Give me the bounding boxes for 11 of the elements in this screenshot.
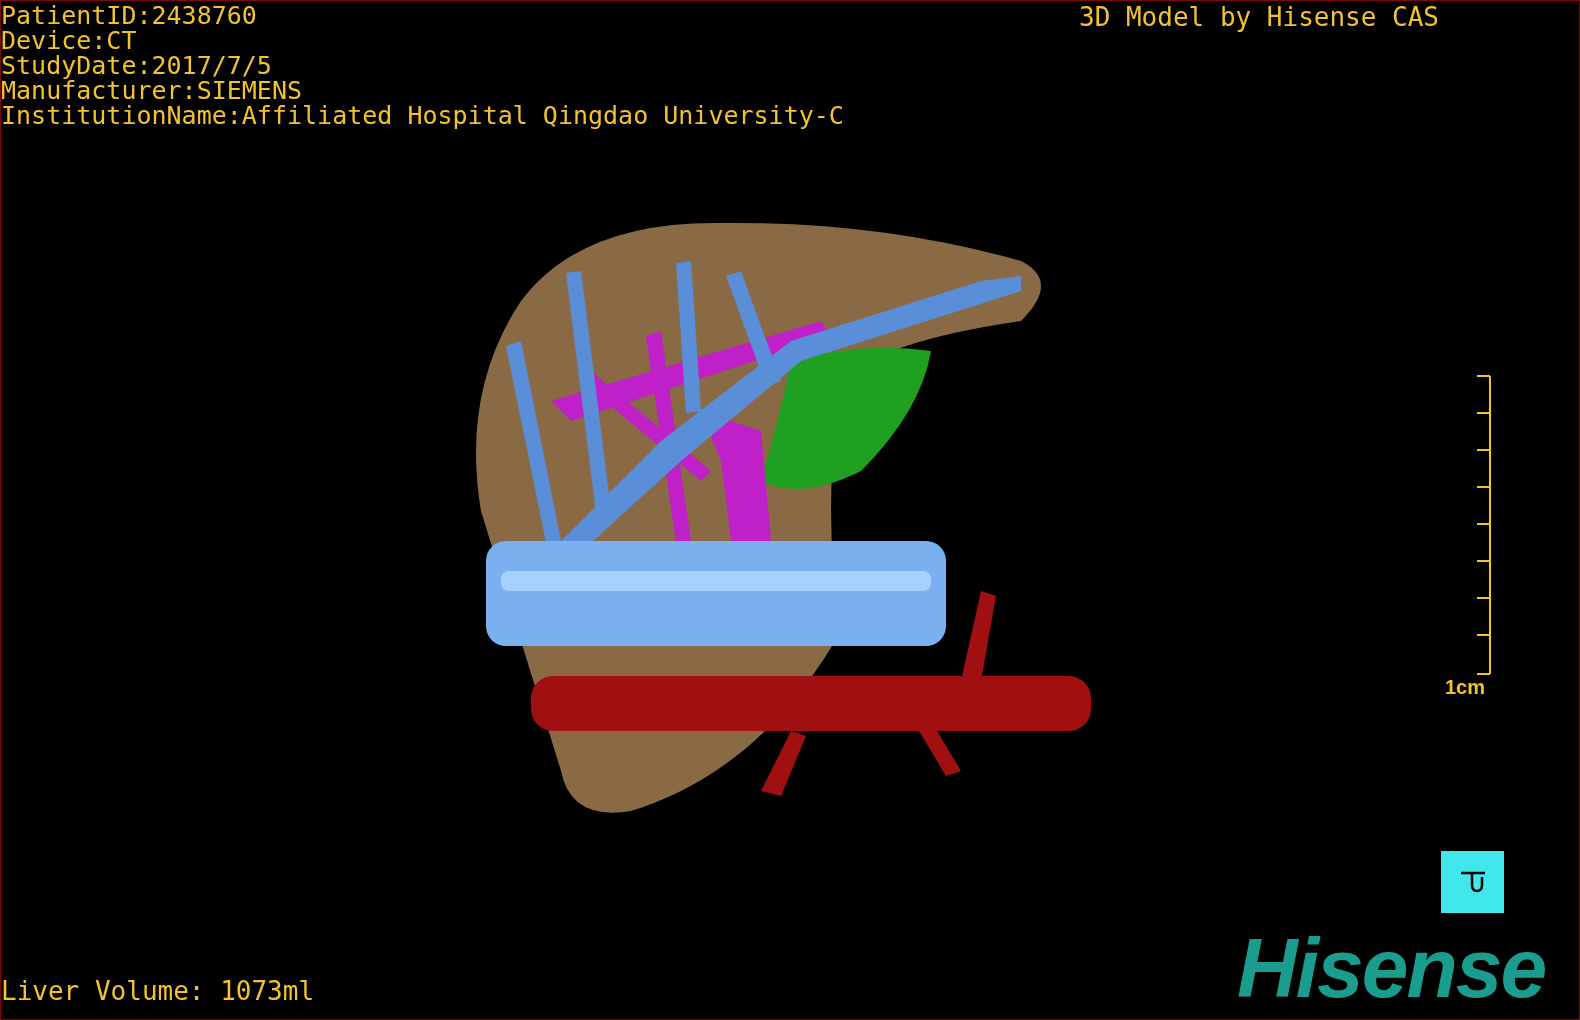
- model-credit: 3D Model by Hisense CAS: [1079, 3, 1440, 31]
- orientation-cube-button[interactable]: [1441, 851, 1504, 913]
- study-info-line: Manufacturer:SIEMENS: [1, 78, 304, 103]
- study-info-line: Device:CT: [1, 28, 138, 53]
- study-info-line: InstitutionName:Affiliated Hospital Qingdao University-C: [1, 103, 844, 128]
- brand-logo: Hisense: [1237, 923, 1546, 1013]
- scale-label: 1cm: [1445, 675, 1486, 699]
- study-info-line: PatientID:2438760: [1, 3, 258, 28]
- cube-face-icon: [1459, 871, 1486, 893]
- study-info-line: StudyDate:2017/7/5: [1, 53, 273, 78]
- liver-volume: Liver Volume: 1073ml: [1, 977, 315, 1005]
